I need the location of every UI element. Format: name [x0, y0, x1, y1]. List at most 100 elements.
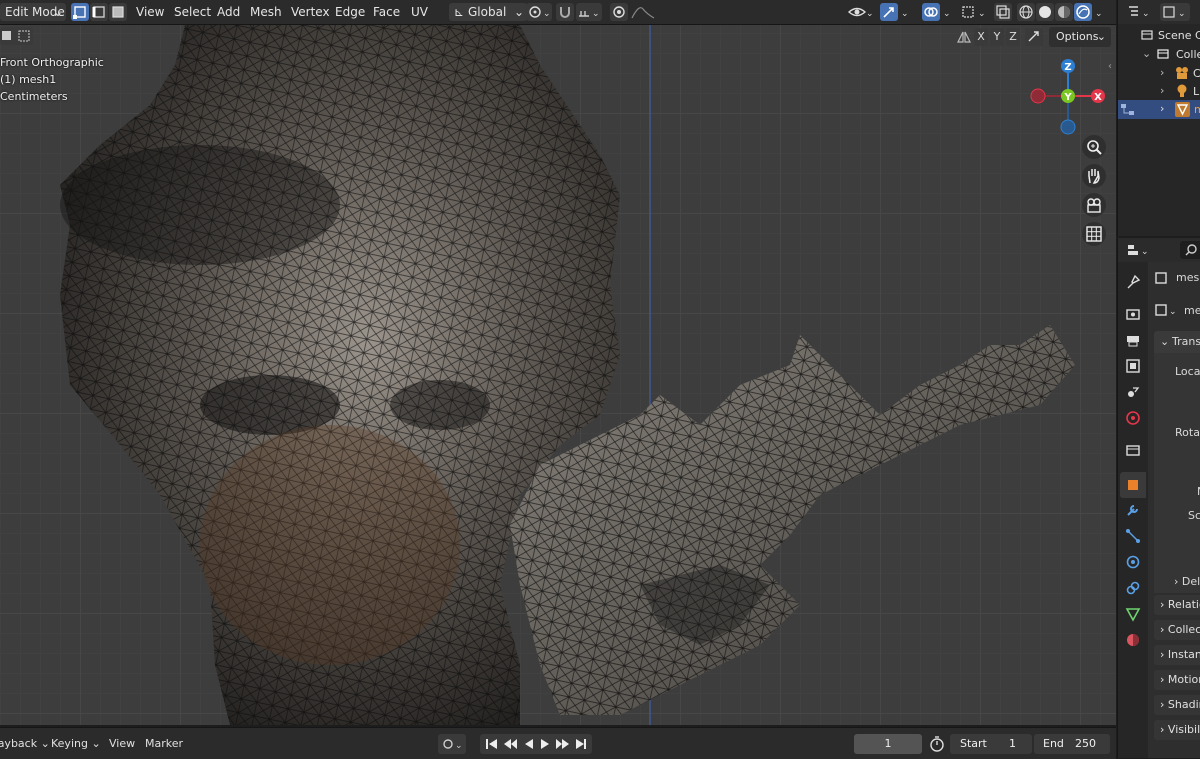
visibility-eye-icon[interactable]: ⌄: [847, 3, 875, 21]
collection-tab-icon[interactable]: [1125, 442, 1141, 458]
material-tab-icon[interactable]: [1125, 632, 1141, 648]
object-name-row[interactable]: mesh: [1154, 268, 1200, 288]
playback-menu[interactable]: Playback ⌄: [0, 735, 50, 753]
xray-toggle-icon[interactable]: [994, 3, 1012, 21]
mirror-icon[interactable]: [955, 28, 973, 46]
options-label: Options: [1056, 30, 1099, 43]
tool-tab-icon[interactable]: [1125, 274, 1141, 290]
collections-panel[interactable]: › Collec: [1154, 620, 1200, 640]
3d-viewport[interactable]: Front Orthographic (1) mesh1 Centimeters…: [0, 25, 1116, 725]
sculpture-mesh[interactable]: [0, 25, 1116, 725]
overlays-icon[interactable]: [922, 3, 940, 21]
particles-tab-icon[interactable]: [1125, 528, 1141, 544]
chevron-down-icon[interactable]: ⌄: [899, 3, 913, 21]
outliner-row-collection[interactable]: ⌄ Colle: [1118, 44, 1200, 64]
rendered-shading-icon[interactable]: [1074, 3, 1092, 21]
display-mode-icon[interactable]: ⌄: [1160, 3, 1190, 21]
pivot-point-icon[interactable]: ⌄: [526, 3, 552, 21]
editor-type-icon[interactable]: ⌄: [1126, 4, 1154, 20]
outliner-row-light[interactable]: › L: [1118, 81, 1200, 101]
units-label: Centimeters: [0, 90, 68, 103]
search-icon[interactable]: [1180, 241, 1200, 259]
transform-panel-header[interactable]: ⌄ Transf: [1154, 331, 1200, 353]
expand-arrow-icon[interactable]: ›: [1160, 84, 1164, 97]
camera-view-icon[interactable]: [1082, 193, 1106, 217]
options-dropdown[interactable]: Options ⌄: [1049, 27, 1111, 47]
outliner-row-mesh-selected[interactable]: › m: [1118, 100, 1200, 119]
sidebar-toggle-icon[interactable]: ‹: [1108, 61, 1112, 72]
select-box-mode-icon[interactable]: [0, 27, 33, 45]
modifier-wrench-icon[interactable]: [1125, 502, 1141, 518]
snap-magnet-icon[interactable]: [556, 3, 574, 21]
render-tab-icon[interactable]: [1125, 306, 1141, 322]
world-tab-icon[interactable]: [1125, 410, 1141, 426]
menu-face[interactable]: Face: [368, 3, 405, 21]
mesh-edit-overlay-icon[interactable]: ⌄: [960, 3, 990, 21]
zoom-icon[interactable]: [1082, 135, 1106, 159]
timeline-view-menu[interactable]: View: [109, 735, 135, 753]
mirror-x-toggle[interactable]: X: [974, 28, 988, 46]
physics-tab-icon[interactable]: [1125, 554, 1141, 570]
current-frame-field[interactable]: 1: [854, 734, 922, 754]
menu-select[interactable]: Select: [169, 3, 216, 21]
navigation-gizmo[interactable]: Z X Y: [1026, 55, 1110, 135]
solid-shading-icon[interactable]: [1036, 3, 1054, 21]
auto-merge-icon[interactable]: [1025, 28, 1043, 46]
falloff-curve-icon[interactable]: [630, 3, 655, 21]
proportional-editing-icon[interactable]: [610, 3, 628, 21]
svg-text:⌄: ⌄: [592, 9, 600, 19]
scene-tab-icon[interactable]: [1125, 384, 1141, 400]
mode-dropdown[interactable]: Edit Mode ⌄: [0, 3, 66, 21]
mesh-object-icon: [1175, 102, 1190, 117]
gizmo-toggle-icon[interactable]: [880, 3, 898, 21]
view-layer-tab-icon[interactable]: [1125, 358, 1141, 374]
mirror-z-toggle[interactable]: Z: [1006, 28, 1020, 46]
svg-text:⌄: ⌄: [1142, 9, 1150, 19]
expand-arrow-icon[interactable]: ⌄: [1142, 47, 1151, 60]
transform-orientation-dropdown[interactable]: ⊾ Global ⌄: [449, 3, 527, 21]
stopwatch-icon[interactable]: [928, 734, 946, 754]
delta-transform-label[interactable]: › Del: [1174, 575, 1200, 588]
output-tab-icon[interactable]: [1125, 332, 1141, 348]
snap-target-icon[interactable]: ⌄: [576, 3, 602, 21]
pan-hand-icon[interactable]: [1082, 164, 1106, 188]
visibility-panel[interactable]: › Visibil: [1154, 720, 1200, 740]
data-tab-icon[interactable]: [1125, 606, 1141, 622]
edge-select-icon[interactable]: [90, 3, 108, 21]
face-select-icon[interactable]: [109, 3, 127, 21]
motion-paths-panel[interactable]: › Motion: [1154, 670, 1200, 690]
keying-menu[interactable]: Keying ⌄: [51, 735, 101, 753]
outliner-row-scene-collection[interactable]: Scene Co: [1118, 25, 1200, 45]
menu-add[interactable]: Add: [212, 3, 245, 21]
outliner-row-camera[interactable]: › C: [1118, 63, 1200, 83]
mirror-y-toggle[interactable]: Y: [990, 28, 1004, 46]
marker-menu[interactable]: Marker: [145, 735, 183, 753]
start-frame-field[interactable]: Start 1: [950, 734, 1032, 754]
wireframe-shading-icon[interactable]: [1017, 3, 1035, 21]
menu-mesh[interactable]: Mesh: [245, 3, 287, 21]
scene-collection-icon: [1141, 30, 1153, 40]
vertex-select-icon[interactable]: [71, 3, 89, 21]
menu-view[interactable]: View: [131, 3, 169, 21]
end-frame-field[interactable]: End 250: [1034, 734, 1110, 754]
chevron-down-icon[interactable]: ⌄: [941, 3, 955, 21]
menu-vertex[interactable]: Vertex: [286, 3, 335, 21]
editor-type-icon[interactable]: ⌄: [1126, 241, 1154, 259]
relations-panel[interactable]: › Relatio: [1154, 595, 1200, 615]
object-tab-active[interactable]: [1120, 472, 1146, 498]
expand-arrow-icon[interactable]: ›: [1160, 66, 1164, 79]
expand-arrow-icon[interactable]: ›: [1160, 102, 1164, 115]
material-preview-icon[interactable]: [1055, 3, 1073, 21]
start-label: Start: [960, 737, 987, 750]
instancing-panel[interactable]: › Instan: [1154, 645, 1200, 665]
record-keyframe-icon[interactable]: ⌄: [438, 734, 466, 754]
constraints-tab-icon[interactable]: [1125, 580, 1141, 596]
menu-edge[interactable]: Edge: [330, 3, 370, 21]
shading-panel[interactable]: › Shadin: [1154, 695, 1200, 715]
ortho-grid-icon[interactable]: [1082, 222, 1106, 246]
menu-uv[interactable]: UV: [406, 3, 433, 21]
object-data-selector[interactable]: ⌄ me: [1154, 300, 1200, 322]
rotation-label: Rotat: [1175, 426, 1200, 439]
outliner-header: ⌄ ⌄: [1118, 0, 1200, 24]
chevron-down-icon[interactable]: ⌄: [1093, 3, 1107, 21]
